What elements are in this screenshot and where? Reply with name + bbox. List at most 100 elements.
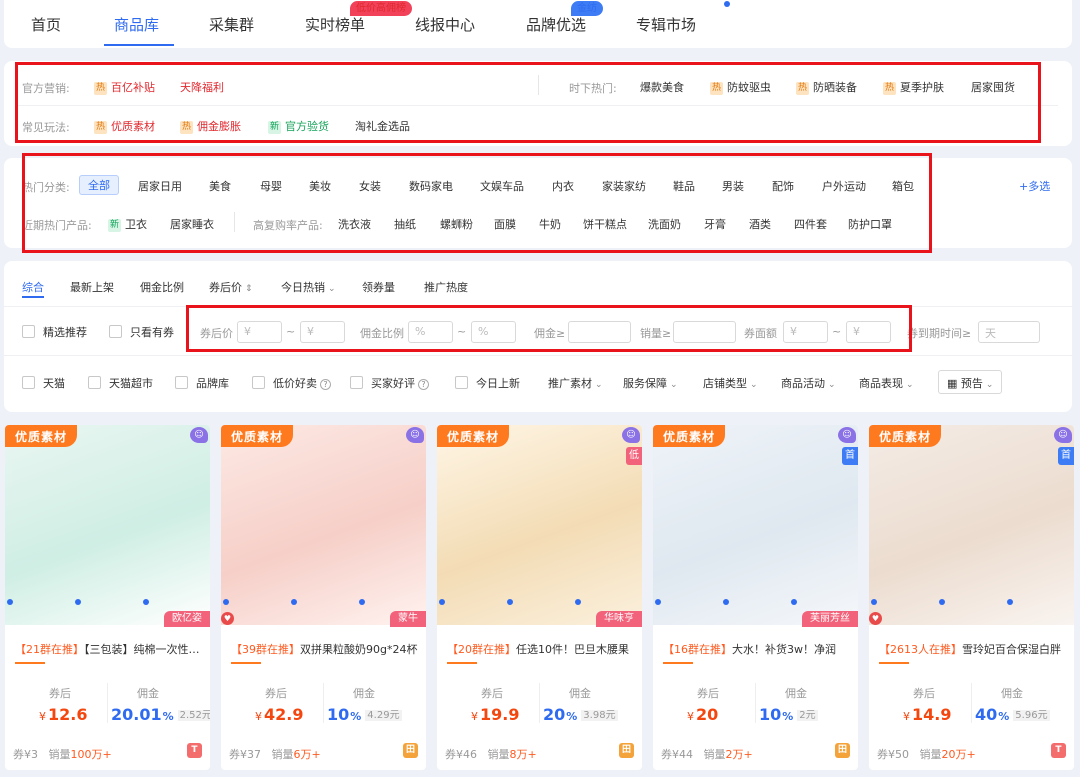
- performance-dropdown[interactable]: 商品表现 ⌄: [859, 375, 914, 391]
- sort-promo-heat[interactable]: 推广热度: [424, 279, 468, 295]
- product-image[interactable]: [869, 425, 1074, 625]
- carousel-dot[interactable]: [507, 599, 513, 605]
- sort-today-hot[interactable]: 今日热销 ⌄: [281, 279, 336, 295]
- tag-gift-select[interactable]: 淘礼金选品: [355, 118, 410, 134]
- carousel-dot[interactable]: [7, 599, 13, 605]
- shop-icon[interactable]: T: [1051, 743, 1066, 758]
- sort-newest[interactable]: 最新上架: [70, 279, 114, 295]
- shop-icon[interactable]: 田: [403, 743, 418, 758]
- category-item[interactable]: 鞋品: [673, 178, 695, 194]
- carousel-dot[interactable]: [359, 599, 365, 605]
- ratio-min-input[interactable]: %: [408, 321, 453, 343]
- category-item[interactable]: 男装: [722, 178, 744, 194]
- ratio-max-input[interactable]: %: [471, 321, 516, 343]
- tab-collect-group[interactable]: 采集群: [209, 14, 254, 35]
- tab-brand-select[interactable]: 品牌优选: [526, 14, 586, 35]
- tab-album-market[interactable]: 专辑市场: [636, 14, 696, 35]
- product-card[interactable]: 优质素材 ☺ 首芙丽芳丝 【16群在推】大水！补货3w！净润 券后 佣金 ¥20 10% 2元券…: [653, 425, 858, 770]
- heart-icon[interactable]: ♥: [221, 612, 234, 625]
- recent-item-hoodie[interactable]: 新卫衣: [108, 216, 147, 232]
- product-image[interactable]: [653, 425, 858, 625]
- carousel-dot[interactable]: [655, 599, 661, 605]
- tab-product-library[interactable]: 商品库: [114, 14, 159, 35]
- product-card[interactable]: 优质素材 ☺ ♥ 蒙牛 【39群在推】双拼果粒酸奶90g*24杯 券后 佣金 ¥42.9 10%…: [221, 425, 426, 770]
- repurchase-item[interactable]: 牛奶: [539, 216, 561, 232]
- carousel-dot[interactable]: [575, 599, 581, 605]
- shop-icon[interactable]: 田: [619, 743, 634, 758]
- carousel-dot[interactable]: [143, 599, 149, 605]
- featured-checkbox[interactable]: 精选推荐: [22, 324, 87, 340]
- repurchase-item[interactable]: 牙膏: [704, 216, 726, 232]
- product-title[interactable]: 【16群在推】大水！补货3w！净润: [663, 641, 853, 657]
- today-new-checkbox[interactable]: 今日上新: [455, 375, 520, 391]
- carousel-dot[interactable]: [723, 599, 729, 605]
- repurchase-item[interactable]: 洗面奶: [648, 216, 681, 232]
- shop-icon[interactable]: 田: [835, 743, 850, 758]
- carousel-dot[interactable]: [791, 599, 797, 605]
- product-card[interactable]: 优质素材 ☺ 低华味亨 【20群在推】任选10件！巴旦木腰果 券后 佣金 ¥19.9 20% 3…: [437, 425, 642, 770]
- multi-select-button[interactable]: +多选: [1019, 178, 1050, 194]
- product-title[interactable]: 【2613人在推】雪玲妃百合保湿白胖: [879, 641, 1069, 657]
- coupon-min-input[interactable]: ¥: [783, 321, 828, 343]
- sort-commission-ratio[interactable]: 佣金比例: [140, 279, 184, 295]
- sort-coupon-count[interactable]: 领券量: [362, 279, 395, 295]
- price-max-input[interactable]: ¥: [300, 321, 345, 343]
- recent-item-pajamas[interactable]: 居家睡衣: [170, 216, 214, 232]
- category-item[interactable]: 数码家电: [409, 178, 453, 194]
- preview-dropdown[interactable]: ▦ 预告 ⌄: [938, 370, 1003, 394]
- product-title[interactable]: 【39群在推】双拼果粒酸奶90g*24杯: [231, 641, 421, 657]
- carousel-dot[interactable]: [75, 599, 81, 605]
- product-image[interactable]: [5, 425, 210, 625]
- category-item[interactable]: 户外运动: [822, 178, 866, 194]
- tag-summer-skin[interactable]: 热夏季护肤: [883, 79, 944, 95]
- price-min-input[interactable]: ¥: [237, 321, 282, 343]
- tag-official-inspect[interactable]: 新官方验货: [268, 118, 329, 134]
- product-image[interactable]: [221, 425, 426, 625]
- category-item[interactable]: 美食: [209, 178, 231, 194]
- coupon-only-checkbox[interactable]: 只看有券: [109, 324, 174, 340]
- buyer-review-checkbox[interactable]: 买家好评?: [350, 375, 429, 391]
- repurchase-item[interactable]: 四件套: [794, 216, 827, 232]
- product-title[interactable]: 【21群在推】【三包装】纯棉一次性洗脸巾: [15, 641, 205, 657]
- category-item[interactable]: 母婴: [260, 178, 282, 194]
- help-icon[interactable]: ?: [418, 379, 429, 390]
- activity-dropdown[interactable]: 商品活动 ⌄: [781, 375, 836, 391]
- repurchase-item[interactable]: 饼干糕点: [583, 216, 627, 232]
- promo-material-dropdown[interactable]: 推广素材 ⌄: [548, 375, 603, 391]
- tag-welfare[interactable]: 天降福利: [180, 79, 224, 95]
- repurchase-item[interactable]: 洗衣液: [338, 216, 371, 232]
- category-item[interactable]: 文娱车品: [480, 178, 524, 194]
- product-image[interactable]: [437, 425, 642, 625]
- category-item[interactable]: 配饰: [772, 178, 794, 194]
- tag-home-stock[interactable]: 居家囤货: [971, 79, 1015, 95]
- repurchase-item[interactable]: 螺蛳粉: [440, 216, 473, 232]
- heart-icon[interactable]: ♥: [869, 612, 882, 625]
- product-title[interactable]: 【20群在推】任选10件！巴旦木腰果: [447, 641, 637, 657]
- help-icon[interactable]: ?: [320, 379, 331, 390]
- tag-commission-boost[interactable]: 热佣金膨胀: [180, 118, 241, 134]
- tag-sunscreen[interactable]: 热防晒装备: [796, 79, 857, 95]
- brand-lib-checkbox[interactable]: 品牌库: [175, 375, 229, 391]
- tmall-market-checkbox[interactable]: 天猫超市: [88, 375, 153, 391]
- low-price-checkbox[interactable]: 低价好卖?: [252, 375, 331, 391]
- sales-min-input[interactable]: [673, 321, 736, 343]
- sort-price[interactable]: 券后价 ⇕: [209, 279, 253, 295]
- coupon-expire-input[interactable]: 天: [978, 321, 1040, 343]
- shop-icon[interactable]: T: [187, 743, 202, 758]
- tag-billion-subsidy[interactable]: 热百亿补贴: [94, 79, 155, 95]
- category-all[interactable]: 全部: [79, 175, 119, 195]
- tag-hot-food[interactable]: 爆款美食: [640, 79, 684, 95]
- tmall-checkbox[interactable]: 天猫: [22, 375, 65, 391]
- product-card[interactable]: 优质素材 ☺ 首 ♥ 【2613人在推】雪玲妃百合保湿白胖 券后 佣金 ¥14.9 40% 5.9…: [869, 425, 1074, 770]
- category-item[interactable]: 内衣: [552, 178, 574, 194]
- tag-quality-material[interactable]: 热优质素材: [94, 118, 155, 134]
- tag-mosquito[interactable]: 热防蚊驱虫: [710, 79, 771, 95]
- tab-realtime-rank[interactable]: 实时榜单: [305, 14, 365, 35]
- service-dropdown[interactable]: 服务保障 ⌄: [623, 375, 678, 391]
- coupon-max-input[interactable]: ¥: [846, 321, 891, 343]
- category-item[interactable]: 箱包: [892, 178, 914, 194]
- category-item[interactable]: 美妆: [309, 178, 331, 194]
- category-item[interactable]: 居家日用: [138, 178, 182, 194]
- shop-type-dropdown[interactable]: 店铺类型 ⌄: [703, 375, 758, 391]
- carousel-dot[interactable]: [939, 599, 945, 605]
